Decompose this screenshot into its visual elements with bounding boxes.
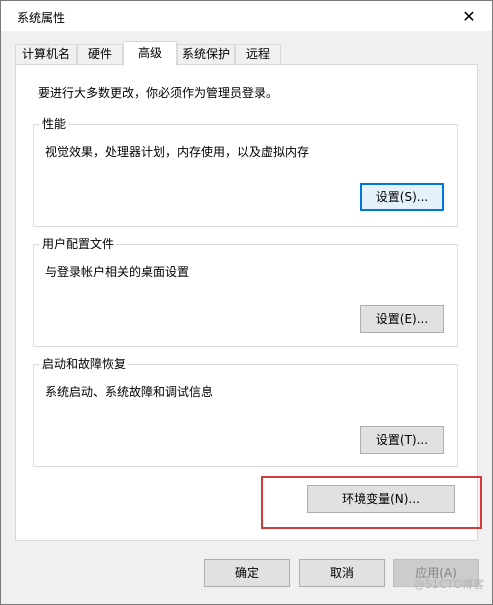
tab-advanced[interactable]: 高级	[123, 41, 177, 66]
admin-notice: 要进行大多数更改，你必须作为管理员登录。	[38, 86, 279, 100]
tab-system-protection[interactable]: 系统保护	[177, 44, 235, 65]
advanced-tab-panel: 要进行大多数更改，你必须作为管理员登录。 性能 视觉效果，处理器计划，内存使用，…	[15, 64, 478, 541]
environment-variables-button[interactable]: 环境变量(N)...	[307, 485, 455, 513]
close-icon[interactable]: ✕	[446, 1, 492, 31]
user-profiles-group: 用户配置文件 与登录帐户相关的桌面设置 设置(E)...	[33, 236, 458, 347]
cancel-button[interactable]: 取消	[299, 559, 385, 587]
system-properties-dialog: 系统属性 ✕ 计算机名 硬件 高级 系统保护 远程 要进行大多数更改，你必须作为…	[0, 0, 493, 605]
startup-recovery-group: 启动和故障恢复 系统启动、系统故障和调试信息 设置(T)...	[33, 356, 458, 467]
tab-remote[interactable]: 远程	[235, 44, 281, 65]
startup-recovery-description: 系统启动、系统故障和调试信息	[45, 385, 214, 399]
startup-recovery-group-label: 启动和故障恢复	[40, 356, 129, 372]
performance-group-label: 性能	[40, 116, 69, 132]
startup-recovery-settings-button[interactable]: 设置(T)...	[360, 426, 444, 454]
window-title: 系统属性	[17, 11, 66, 25]
tab-hardware[interactable]: 硬件	[77, 44, 123, 65]
user-profiles-settings-button[interactable]: 设置(E)...	[360, 305, 444, 333]
performance-description: 视觉效果，处理器计划，内存使用，以及虚拟内存	[45, 145, 310, 159]
user-profiles-group-label: 用户配置文件	[40, 236, 117, 252]
user-profiles-description: 与登录帐户相关的桌面设置	[45, 265, 190, 279]
performance-settings-button[interactable]: 设置(S)...	[360, 183, 444, 211]
tab-computer-name[interactable]: 计算机名	[15, 44, 77, 65]
performance-group: 性能 视觉效果，处理器计划，内存使用，以及虚拟内存 设置(S)...	[33, 116, 458, 227]
ok-button[interactable]: 确定	[204, 559, 290, 587]
title-bar[interactable]: 系统属性 ✕	[1, 1, 492, 31]
watermark: @51CTO博客	[413, 578, 484, 591]
